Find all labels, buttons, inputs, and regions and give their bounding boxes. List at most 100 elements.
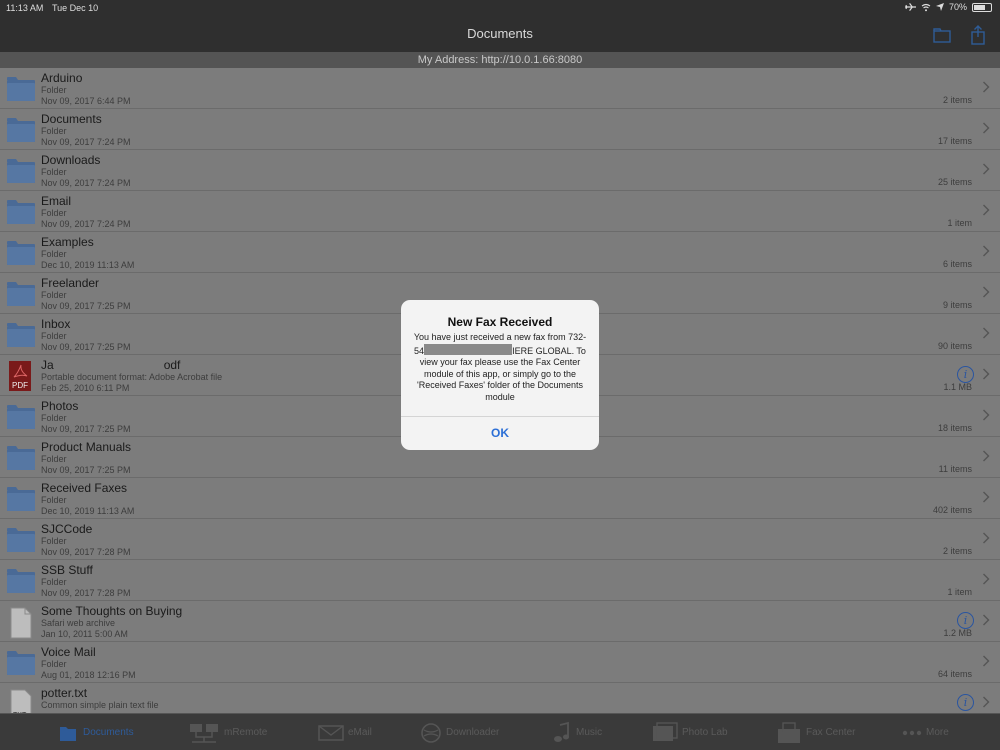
item-kind: Folder bbox=[41, 454, 67, 464]
item-date: Nov 09, 2017 7:25 PM bbox=[41, 342, 131, 352]
item-date: Nov 09, 2017 7:25 PM bbox=[41, 301, 131, 311]
tab-downloader[interactable]: Downloader bbox=[420, 714, 499, 750]
documents-icon bbox=[57, 722, 79, 744]
item-date: Dec 10, 2019 11:13 AM bbox=[41, 506, 135, 516]
chevron-right-icon[interactable] bbox=[982, 122, 990, 134]
tab-email[interactable]: eMail bbox=[318, 714, 372, 750]
list-item[interactable]: Voice Mail Folder Aug 01, 2018 12:16 PM 64 … bbox=[0, 642, 1000, 683]
tab-label: More bbox=[926, 727, 949, 738]
chevron-right-icon[interactable] bbox=[982, 614, 990, 626]
alert-ok-button[interactable]: OK bbox=[401, 417, 599, 450]
folder-icon bbox=[6, 484, 36, 512]
item-kind: Folder bbox=[41, 126, 67, 136]
tab-fax-center[interactable]: Fax Center bbox=[776, 714, 855, 750]
list-item[interactable]: Arduino Folder Nov 09, 2017 6:44 PM 2 items bbox=[0, 68, 1000, 109]
item-kind: Folder bbox=[41, 167, 67, 177]
chevron-right-icon[interactable] bbox=[982, 696, 990, 708]
folder-icon bbox=[6, 566, 36, 594]
page-title: Documents bbox=[467, 26, 533, 41]
wifi-icon bbox=[921, 3, 931, 11]
item-date: Nov 09, 2017 6:44 PM bbox=[41, 96, 131, 106]
item-kind: Folder bbox=[41, 208, 67, 218]
alert-title: New Fax Received bbox=[447, 315, 553, 329]
chevron-right-icon[interactable] bbox=[982, 204, 990, 216]
pdf-icon: PDF bbox=[6, 361, 36, 391]
item-name: Photos bbox=[41, 399, 79, 413]
chevron-right-icon[interactable] bbox=[982, 532, 990, 544]
item-name: Email bbox=[41, 194, 72, 208]
item-count: 90 items bbox=[937, 341, 972, 351]
new-folder-icon[interactable] bbox=[932, 25, 952, 45]
chevron-right-icon[interactable] bbox=[982, 327, 990, 339]
item-date: Nov 09, 2017 7:24 PM bbox=[41, 137, 131, 147]
battery-percent: 70% bbox=[948, 2, 967, 12]
info-icon[interactable]: i bbox=[957, 612, 974, 629]
chevron-right-icon[interactable] bbox=[982, 491, 990, 503]
item-name: Documents bbox=[41, 112, 102, 126]
list-item[interactable]: TXT potter.txtCommon simple plain text fi… bbox=[0, 683, 1000, 713]
chevron-right-icon[interactable] bbox=[982, 409, 990, 421]
list-item[interactable]: Some Thoughts on Buying Safari web archiv… bbox=[0, 601, 1000, 642]
info-icon[interactable]: i bbox=[957, 366, 974, 383]
item-count: 18 items bbox=[937, 423, 972, 433]
item-kind: Folder bbox=[41, 331, 67, 341]
list-item[interactable]: Documents Folder Nov 09, 2017 7:24 PM 17 it… bbox=[0, 109, 1000, 150]
folder-icon bbox=[6, 648, 36, 676]
alert-dialog: New Fax Received You have just received … bbox=[401, 300, 599, 450]
list-item[interactable]: Examples Folder Dec 10, 2019 11:13 AM 6 ite… bbox=[0, 232, 1000, 273]
downloader-icon bbox=[420, 722, 442, 744]
item-date: Nov 09, 2017 7:28 PM bbox=[41, 588, 131, 598]
item-name: Received Faxes bbox=[41, 481, 128, 495]
tab-mremote[interactable]: mRemote bbox=[188, 714, 267, 750]
chevron-right-icon[interactable] bbox=[982, 450, 990, 462]
item-count: 11 items bbox=[938, 464, 972, 474]
item-kind: Folder bbox=[41, 249, 67, 259]
info-icon[interactable]: i bbox=[957, 694, 974, 711]
tab-documents[interactable]: Documents bbox=[57, 714, 134, 750]
folder-icon bbox=[6, 115, 36, 143]
item-count: 1 item bbox=[947, 218, 972, 228]
navigation-bar: Documents bbox=[0, 16, 1000, 52]
list-item[interactable]: Downloads Folder Nov 09, 2017 7:24 PM 25 it… bbox=[0, 150, 1000, 191]
item-kind: Common simple plain text file bbox=[41, 700, 159, 710]
folder-icon bbox=[6, 320, 36, 348]
chevron-right-icon[interactable] bbox=[982, 81, 990, 93]
chevron-right-icon[interactable] bbox=[982, 163, 990, 175]
list-item[interactable]: SJCCode Folder Nov 09, 2017 7:28 PM 2 items bbox=[0, 519, 1000, 560]
folder-icon bbox=[6, 402, 36, 430]
list-item[interactable]: SSB Stuff Folder Nov 09, 2017 7:28 PM 1 ite… bbox=[0, 560, 1000, 601]
chevron-right-icon[interactable] bbox=[982, 368, 990, 380]
item-date: Feb 25, 2010 6:11 PM bbox=[41, 383, 130, 393]
tab-photo-lab[interactable]: Photo Lab bbox=[652, 714, 728, 750]
folder-icon bbox=[6, 443, 36, 471]
airplane-icon bbox=[904, 2, 916, 12]
folder-icon bbox=[6, 156, 36, 184]
item-date: Nov 09, 2017 7:28 PM bbox=[41, 547, 131, 557]
item-name-end: odf bbox=[163, 358, 181, 372]
list-item[interactable]: Email Folder Nov 09, 2017 7:24 PM 1 item bbox=[0, 191, 1000, 232]
tab-label: Photo Lab bbox=[682, 727, 728, 738]
list-item[interactable]: Received Faxes Folder Dec 10, 2019 11:13 A… bbox=[0, 478, 1000, 519]
tab-music[interactable]: Music bbox=[552, 714, 602, 750]
item-count: 1.1 MB bbox=[943, 382, 972, 392]
photo-lab-icon bbox=[652, 721, 678, 744]
item-kind: Folder bbox=[41, 85, 67, 95]
redaction-bar bbox=[424, 343, 513, 355]
tab-more[interactable]: More bbox=[902, 714, 949, 750]
redaction-bar bbox=[53, 359, 164, 370]
chevron-right-icon[interactable] bbox=[982, 245, 990, 257]
share-icon[interactable] bbox=[968, 25, 988, 45]
chevron-right-icon[interactable] bbox=[982, 655, 990, 667]
folder-icon bbox=[6, 197, 36, 225]
battery-fill bbox=[974, 4, 986, 10]
chevron-right-icon[interactable] bbox=[982, 573, 990, 585]
chevron-right-icon[interactable] bbox=[982, 286, 990, 298]
item-kind: Folder bbox=[41, 536, 67, 546]
item-name: Freelander bbox=[41, 276, 100, 290]
item-count: 2 items bbox=[942, 546, 972, 556]
item-name: SSB Stuff bbox=[41, 563, 93, 577]
item-kind: Portable document format: Adobe Acrobat … bbox=[41, 372, 223, 382]
item-date: Dec 10, 2019 11:13 AM bbox=[41, 260, 135, 270]
tab-label: Documents bbox=[83, 727, 134, 738]
item-name: Ja odf bbox=[41, 358, 181, 372]
